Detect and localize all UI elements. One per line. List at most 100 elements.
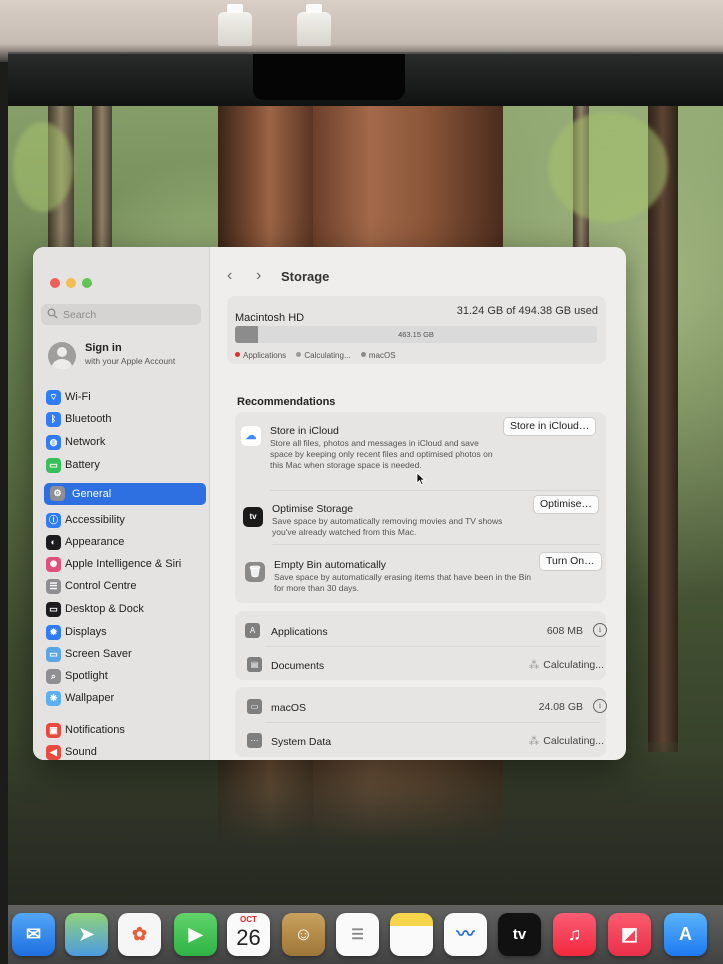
rec-description: Store all files, photos and messages in … [270, 438, 493, 470]
info-icon[interactable]: i [593, 699, 607, 713]
sidebar-item-label: Apple Intelligence & Siri [65, 558, 182, 570]
contacts-icon[interactable]: ☺ [282, 913, 325, 956]
sidebar-item-label: Battery [65, 459, 100, 471]
category-value-text: Calculating... [543, 735, 604, 747]
sidebar-item-label: Desktop & Dock [65, 603, 144, 615]
photos-icon[interactable]: ✿ [118, 913, 161, 956]
recommendations-title: Recommendations [237, 396, 336, 408]
apple-account-sign-in[interactable]: Sign in with your Apple Account [48, 340, 208, 370]
sidebar-item-wallpaper[interactable]: ❋ Wallpaper [46, 689, 204, 707]
sidebar-item-label: Screen Saver [65, 648, 132, 660]
sidebar-item-label: Displays [65, 626, 107, 638]
info-icon[interactable]: i [593, 623, 607, 637]
app-store-icon[interactable]: A [664, 913, 707, 956]
minimize-button[interactable] [66, 278, 76, 288]
music-icon[interactable]: ♫ [553, 913, 596, 956]
back-button[interactable]: ‹ [227, 267, 232, 285]
sidebar-item-spotlight[interactable]: ⌕ Spotlight [46, 667, 204, 685]
sidebar-item-wi-fi[interactable]: ⌔ Wi-Fi [46, 388, 204, 406]
legend-dot [235, 352, 240, 357]
sidebar-item-label: Sound [65, 746, 97, 758]
category-value-text: Calculating... [543, 659, 604, 671]
facetime-icon[interactable]: ▶ [174, 913, 217, 956]
camera-notch [253, 54, 405, 100]
account-subtitle: with your Apple Account [85, 356, 176, 366]
spinner-icon: ⁂ [528, 659, 540, 671]
category-row-applications[interactable]: A Applications 608 MB i [239, 620, 609, 646]
sidebar-item-label: Accessibility [65, 514, 125, 526]
sidebar-item-label: Appearance [65, 536, 125, 548]
foliage [13, 122, 73, 212]
sidebar-item-control-centre[interactable]: ☰ Control Centre [46, 577, 204, 595]
apple-tv-icon[interactable]: tv [498, 913, 541, 956]
zoom-button[interactable] [82, 278, 92, 288]
battery-icon: ▭ [46, 458, 61, 473]
calendar-icon[interactable]: OCT 26 [227, 913, 270, 956]
globe-icon: ◍ [46, 435, 61, 450]
sidebar-item-label: Wi-Fi [65, 391, 91, 403]
spinner-icon: ⁂ [528, 735, 540, 747]
legend-calculating: Calculating... [296, 351, 351, 360]
close-button[interactable] [50, 278, 60, 288]
disk-usage-card: Macintosh HD 31.24 GB of 494.38 GB used … [227, 296, 606, 364]
rec-title: Empty Bin automatically [274, 559, 387, 571]
legend-label: macOS [368, 351, 396, 360]
sidebar-item-desktop-dock[interactable]: ▭ Desktop & Dock [46, 600, 204, 618]
notifications-icon: ▣ [46, 723, 61, 738]
notes-icon[interactable] [390, 913, 433, 956]
sidebar-item-displays[interactable]: ✹ Displays [46, 623, 204, 641]
search-input[interactable]: Search [41, 304, 201, 325]
sidebar-item-notifications[interactable]: ▣ Notifications [46, 721, 204, 739]
icloud-icon: ☁ [241, 426, 261, 446]
mouse-pointer-icon [416, 472, 426, 486]
rec-description: Save space by automatically erasing item… [274, 572, 532, 593]
sidebar-item-label: Network [65, 436, 106, 448]
free-space-label: 463.15 GB [398, 330, 434, 339]
apple-tv-label: tv [512, 926, 527, 943]
accessibility-icon: ⓘ [46, 513, 61, 528]
turn-on-button[interactable]: Turn On… [539, 552, 602, 571]
sidebar-item-sound[interactable]: ◀ Sound [46, 743, 204, 760]
category-row-macos[interactable]: ▭ macOS 24.08 GB i [239, 696, 609, 722]
category-row-system-data[interactable]: ⋯ System Data ⁂ Calculating... [239, 730, 609, 756]
divider [265, 646, 600, 647]
forward-button[interactable]: › [256, 267, 261, 285]
optimise-button[interactable]: Optimise… [533, 495, 599, 514]
sidebar-item-general[interactable]: ⚙ General [44, 483, 206, 505]
sidebar-item-accessibility[interactable]: ⓘ Accessibility [46, 511, 204, 529]
applications-icon: A [245, 623, 260, 638]
forest-floor [8, 742, 723, 912]
sidebar-item-bluetooth[interactable]: ᛒ Bluetooth [46, 410, 204, 428]
sidebar-item-battery[interactable]: ▭ Battery [46, 456, 204, 474]
store-in-icloud-button[interactable]: Store in iCloud… [503, 417, 597, 436]
control-centre-icon: ☰ [46, 579, 61, 594]
macos-icon: ▭ [247, 699, 262, 714]
dock: ✉ ➤ ✿ ▶ OCT 26 ☺ ☰ 〰 tv ♫ ◩ A [8, 905, 723, 964]
maps-icon[interactable]: ➤ [65, 913, 108, 956]
category-value: ⁂ Calculating... [529, 659, 604, 671]
account-title: Sign in [85, 342, 122, 354]
screen-saver-icon: ▭ [46, 647, 61, 662]
search-placeholder: Search [63, 309, 97, 321]
reminders-icon[interactable]: ☰ [336, 913, 379, 956]
sound-icon: ◀ [46, 745, 61, 760]
sidebar-item-label: Control Centre [65, 580, 137, 592]
appearance-icon: ◐ [46, 535, 61, 550]
disk-used-text: 31.24 GB of 494.38 GB used [456, 305, 598, 317]
spotlight-icon: ⌕ [46, 669, 61, 684]
category-label: macOS [271, 702, 307, 714]
sidebar-item-network[interactable]: ◍ Network [46, 433, 204, 451]
legend-macos: macOS [360, 351, 396, 360]
news-icon[interactable]: ◩ [608, 913, 651, 956]
sidebar-item-screen-saver[interactable]: ▭ Screen Saver [46, 645, 204, 663]
apple-tv-icon: tv [243, 507, 263, 527]
mail-icon[interactable]: ✉ [12, 913, 55, 956]
foliage [548, 112, 668, 222]
sidebar-item-label: General [72, 488, 112, 500]
wifi-icon: ⌔ [46, 390, 61, 405]
freeform-icon[interactable]: 〰 [444, 913, 487, 956]
sidebar-item-apple-intelligence-siri[interactable]: ✺ Apple Intelligence & Siri [46, 555, 204, 573]
category-row-documents[interactable]: ▤ Documents ⁂ Calculating... [239, 654, 609, 680]
rec-description: Save space by automatically removing mov… [272, 516, 503, 537]
sidebar-item-appearance[interactable]: ◐ Appearance [46, 533, 204, 551]
